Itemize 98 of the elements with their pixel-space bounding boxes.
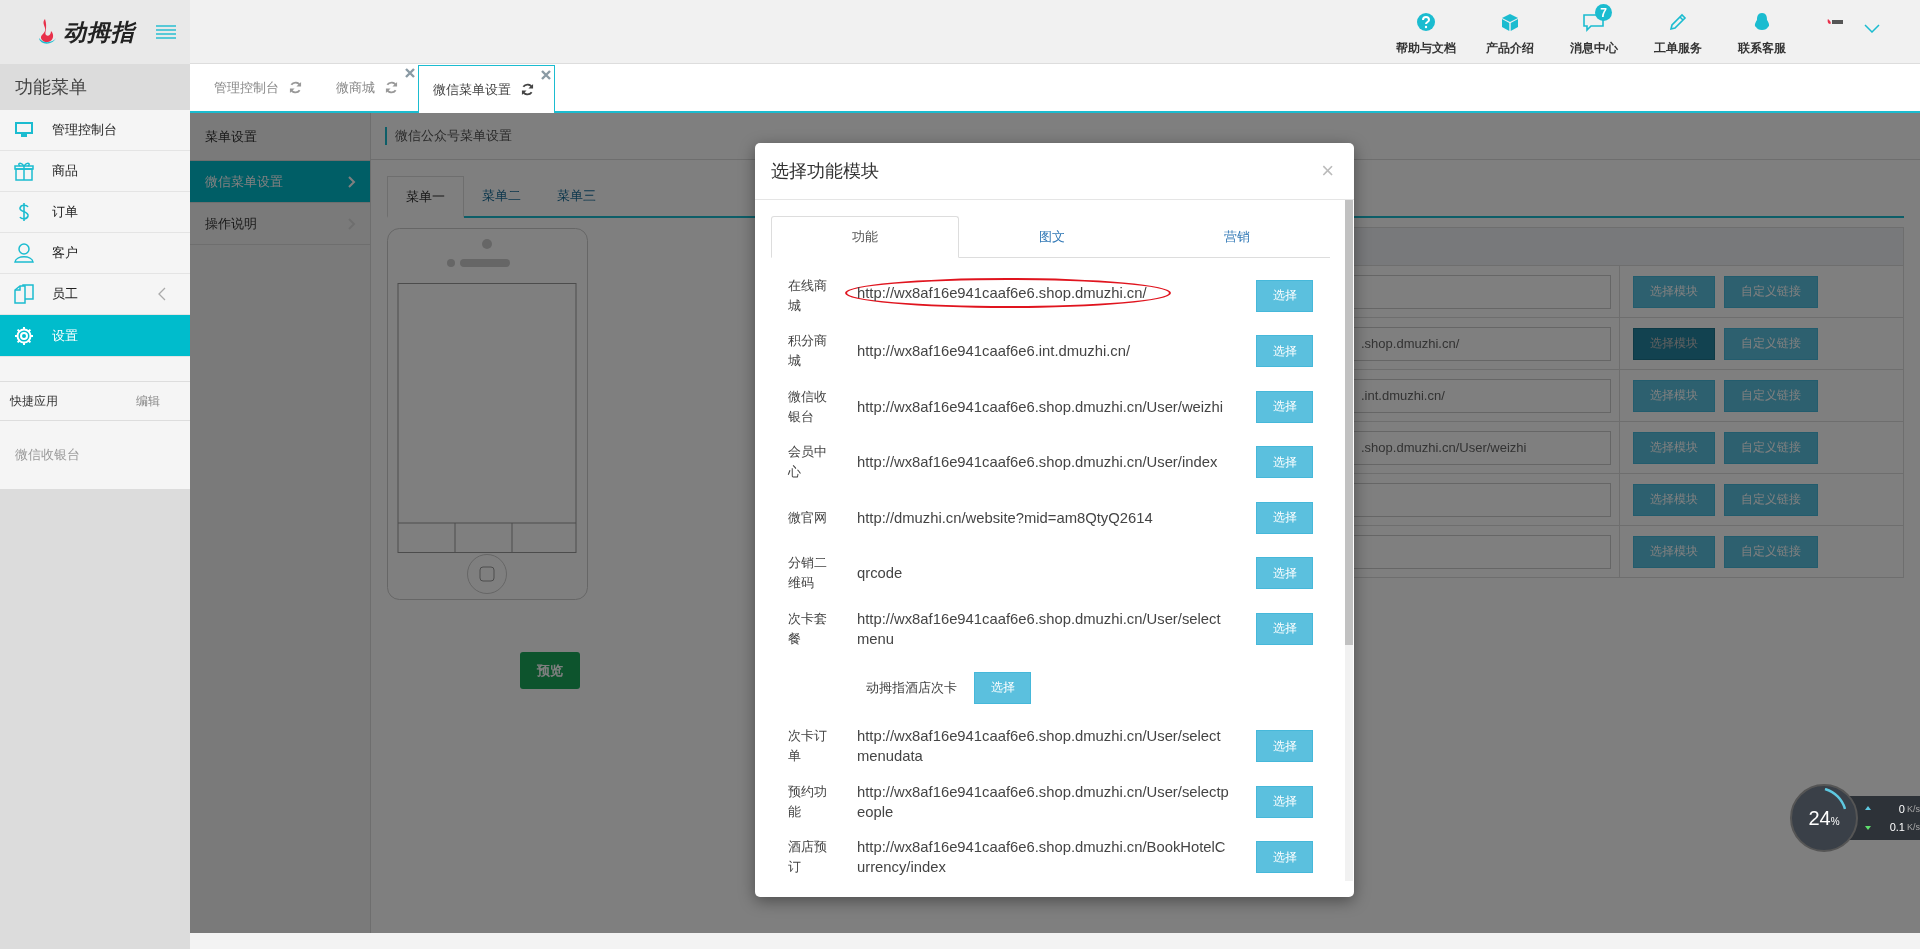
edit-link[interactable]: 编辑 [136, 392, 160, 410]
sidebar-item[interactable]: 设置 [0, 315, 190, 357]
modal-tab[interactable]: 功能 [771, 216, 959, 258]
quick-app-link[interactable]: 微信收银台 [15, 446, 80, 464]
speed-unit: K/s [1907, 804, 1920, 814]
custom-link-button[interactable]: 自定义链接 [1724, 379, 1818, 412]
card-label: 动拇指酒店次卡 [866, 678, 957, 697]
notification-badge: 7 [1595, 4, 1612, 21]
header-link[interactable]: 工单服务 [1636, 6, 1720, 57]
modal-tab[interactable]: 营销 [1144, 216, 1330, 257]
refresh-icon[interactable] [521, 83, 534, 96]
module-url: http://wx8af16e941caaf6e6.shop.dmuzhi.cn/User/index [857, 453, 1218, 473]
module-url: http://wx8af16e941caaf6e6.shop.dmuzhi.cn/User/selectmenu [857, 609, 1222, 649]
module-url: http://dmuzhi.cn/website?mid=am8QtyQ2614 [857, 508, 1153, 528]
modal-tab[interactable]: 图文 [958, 216, 1145, 257]
submenu-item[interactable]: 微信菜单设置 [190, 161, 370, 203]
page-tab[interactable]: 微信菜单设置 [418, 65, 555, 113]
logo-text: 动拇指 [63, 17, 135, 47]
section-title: 微信公众号菜单设置 [385, 127, 512, 145]
menu-icon[interactable] [156, 25, 176, 39]
select-button[interactable]: 选择 [974, 671, 1031, 704]
select-button[interactable]: 选择 [1256, 279, 1313, 312]
pencil-icon [1669, 13, 1687, 31]
select-module-button[interactable]: 选择模块 [1633, 431, 1715, 464]
module-label: 酒店预订 [788, 838, 828, 877]
circled-module-url: http://wx8af16e941caaf6e6.shop.dmuzhi.cn/ [845, 278, 1171, 309]
select-button[interactable]: 选择 [1256, 785, 1313, 818]
select-button[interactable]: 选择 [1256, 557, 1313, 590]
module-label: 预约功能 [788, 782, 828, 821]
select-module-button[interactable]: 选择模块 [1633, 535, 1715, 568]
documents-icon [14, 284, 34, 304]
submenu-item[interactable]: 操作说明 [190, 203, 370, 245]
header-link[interactable]: 产品介绍 [1468, 6, 1552, 57]
menu-tab[interactable]: 菜单二 [464, 176, 539, 216]
module-url: http://wx8af16e941caaf6e6.int.dmuzhi.cn/ [857, 342, 1131, 362]
sidebar-item[interactable]: 商品 [0, 151, 190, 192]
close-icon[interactable] [541, 70, 551, 80]
module-label: 在线商城 [788, 276, 828, 315]
monitor-icon [14, 122, 34, 138]
page-tab[interactable]: 微商城 [322, 64, 418, 111]
module-url: http://wx8af16e941caaf6e6.shop.dmuzhi.cn/User/selectmenudata [857, 727, 1222, 767]
module-label: 次卡订单 [788, 727, 828, 766]
module-label: 分销二维码 [788, 554, 828, 593]
upload-speed: 0 [1898, 803, 1905, 815]
custom-link-button[interactable]: 自定义链接 [1724, 483, 1818, 516]
modal-title: 选择功能模块 [771, 160, 879, 183]
select-button[interactable]: 选择 [1256, 390, 1313, 423]
help-icon [1417, 13, 1435, 31]
upload-arrow-icon [1864, 805, 1872, 813]
user-icon [14, 243, 34, 263]
page-tab[interactable]: 管理控制台 [200, 64, 322, 111]
speed-unit: K/s [1907, 822, 1920, 832]
module-url: http://wx8af16e941caaf6e6.shop.dmuzhi.cn/User/selectpeople [857, 782, 1230, 822]
module-url: qrcode [857, 564, 903, 584]
module-url: http://wx8af16e941caaf6e6.shop.dmuzhi.cn/User/weizhi [857, 397, 1224, 417]
module-label: 次卡套餐 [788, 609, 828, 648]
select-module-button[interactable]: 选择模块 [1633, 483, 1715, 516]
chevron-icon [348, 175, 356, 188]
cube-icon [1501, 13, 1519, 31]
settings-icon [14, 325, 34, 346]
select-button[interactable]: 选择 [1256, 841, 1313, 874]
menu-tab[interactable]: 菜单三 [539, 176, 614, 216]
cpu-percent: 24 [1808, 806, 1831, 829]
custom-link-button[interactable]: 自定义链接 [1724, 275, 1818, 308]
select-button[interactable]: 选择 [1256, 612, 1313, 645]
module-label: 微信收银台 [788, 387, 828, 426]
module-label: 会员中心 [788, 443, 828, 482]
chevron-icon [158, 287, 166, 301]
header-link[interactable]: 7 消息中心 [1552, 6, 1636, 57]
gift-icon [14, 161, 34, 181]
scrollbar-thumb[interactable] [1345, 200, 1353, 645]
module-label: 积分商城 [788, 332, 828, 371]
meter-arc-icon [1824, 788, 1846, 810]
header-link[interactable]: 联系客服 [1720, 6, 1804, 57]
quick-apps-title: 快捷应用 [10, 392, 58, 410]
percent-unit: % [1830, 815, 1840, 827]
custom-link-button[interactable]: 自定义链接 [1724, 431, 1818, 464]
sidebar-title: 功能菜单 [0, 64, 190, 110]
module-label: 微官网 [788, 508, 828, 527]
close-icon[interactable] [405, 68, 415, 78]
download-arrow-icon [1864, 823, 1872, 831]
custom-link-button[interactable]: 自定义链接 [1724, 327, 1818, 360]
select-button[interactable]: 选择 [1256, 501, 1313, 534]
select-module-button[interactable]: 选择模块 [1633, 327, 1715, 360]
custom-link-button[interactable]: 自定义链接 [1724, 535, 1818, 568]
download-speed: 0.1 [1889, 821, 1905, 833]
small-logo-icon [1826, 17, 1844, 26]
module-url: http://wx8af16e941caaf6e6.shop.dmuzhi.cn/BookHotelCurrency/index [857, 838, 1227, 878]
header-link[interactable]: 帮助与文档 [1384, 6, 1468, 57]
preview-button[interactable]: 预览 [520, 652, 580, 689]
close-button[interactable]: × [1317, 158, 1338, 184]
penguin-icon [1753, 12, 1771, 32]
select-module-button[interactable]: 选择模块 [1633, 379, 1715, 412]
dropdown-chevron-icon[interactable] [1864, 23, 1880, 33]
select-button[interactable]: 选择 [1256, 335, 1313, 368]
select-module-button[interactable]: 选择模块 [1633, 275, 1715, 308]
select-button[interactable]: 选择 [1256, 730, 1313, 763]
select-button[interactable]: 选择 [1256, 446, 1313, 479]
